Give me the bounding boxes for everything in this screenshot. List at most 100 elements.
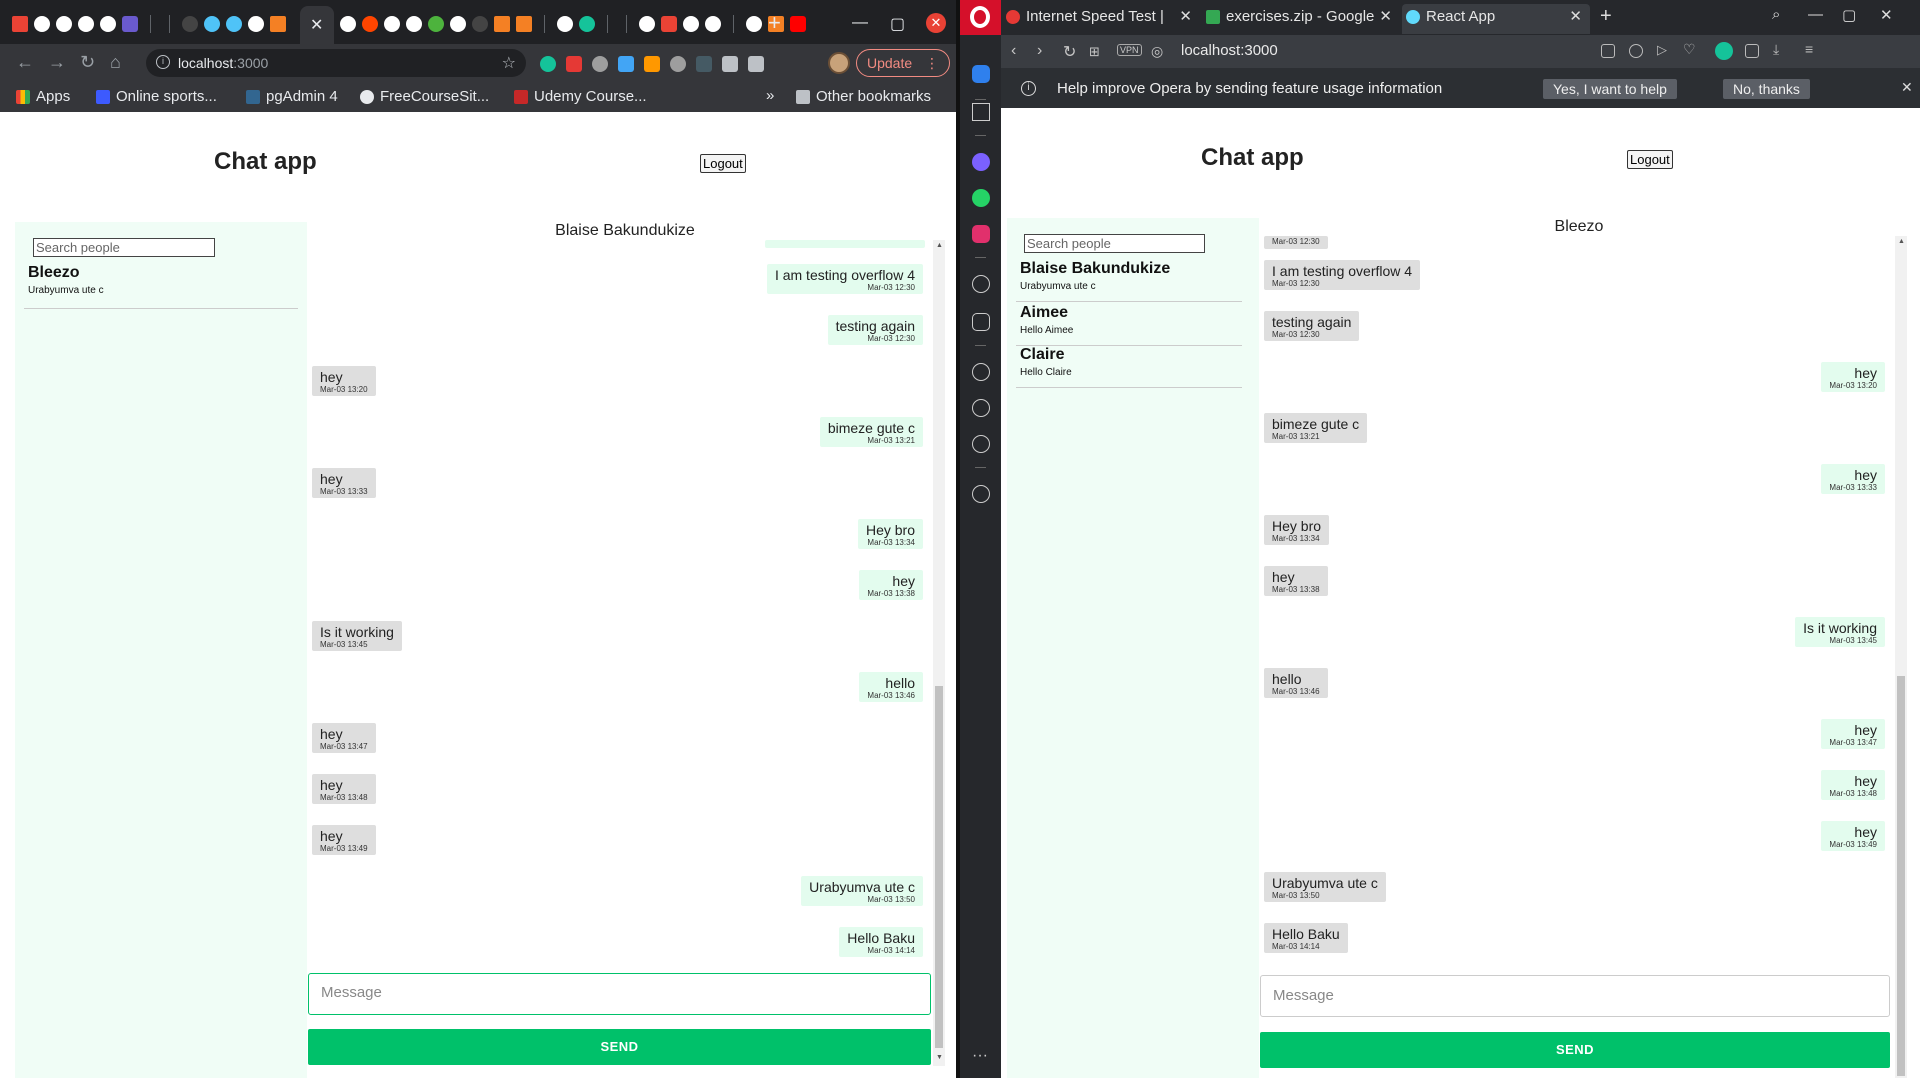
mysql-icon[interactable] <box>204 16 220 32</box>
messages-scrollbar[interactable]: ▲ ▼ <box>933 240 945 1066</box>
extension-icon[interactable] <box>566 56 582 72</box>
git-icon[interactable] <box>661 16 677 32</box>
stackoverflow-icon[interactable] <box>270 16 286 32</box>
search-tabs-icon[interactable]: ⌕ <box>1772 6 1780 23</box>
forward-icon[interactable]: › <box>1037 42 1042 60</box>
reload-icon[interactable]: ↻ <box>1063 42 1076 62</box>
close-tab-icon[interactable]: ✕ <box>1379 4 1392 30</box>
close-tab-icon[interactable]: ✕ <box>310 15 323 35</box>
close-tab-icon[interactable]: ✕ <box>1569 4 1582 30</box>
google-icon[interactable] <box>100 16 116 32</box>
contact-item[interactable]: Bleezo Urabyumva ute c <box>24 264 298 309</box>
player-icon[interactable] <box>972 275 990 293</box>
history-icon[interactable] <box>972 399 990 417</box>
maximize-icon[interactable]: ▢ <box>1842 6 1856 24</box>
no-thanks-button[interactable]: No, thanks <box>1723 79 1810 99</box>
block-icon[interactable] <box>1629 44 1643 58</box>
opera-logo[interactable] <box>960 0 1001 35</box>
google-icon[interactable] <box>340 16 356 32</box>
settings-icon[interactable] <box>972 435 990 453</box>
send-icon[interactable]: ▷ <box>1657 42 1671 57</box>
heart-icon[interactable]: ♡ <box>1683 41 1697 57</box>
bookmark-freecoursesite[interactable]: FreeCourseSit... <box>360 88 489 105</box>
github-icon[interactable] <box>182 16 198 32</box>
close-tab-icon[interactable]: ✕ <box>1179 4 1192 30</box>
grammarly-icon[interactable] <box>579 16 595 32</box>
scrollbar-thumb[interactable] <box>1897 676 1905 1076</box>
contact-item[interactable]: Aimee Hello Aimee <box>1016 304 1242 346</box>
update-button[interactable]: Update ⋮ <box>856 49 950 77</box>
download-icon[interactable]: ⤓ <box>1773 41 1787 57</box>
tips-icon[interactable] <box>972 485 990 503</box>
scroll-down-icon[interactable]: ▼ <box>936 1054 943 1061</box>
close-infobar-icon[interactable]: ✕ <box>1901 79 1913 96</box>
google-icon[interactable] <box>639 16 655 32</box>
profile-avatar[interactable] <box>828 52 850 74</box>
google-icon[interactable] <box>450 16 466 32</box>
google-icon[interactable] <box>557 16 573 32</box>
scrollbar-thumb[interactable] <box>935 686 943 1048</box>
google-icon[interactable] <box>705 16 721 32</box>
reddit-icon[interactable] <box>362 16 378 32</box>
bookmarks-overflow-icon[interactable]: » <box>766 87 774 104</box>
star-icon[interactable] <box>972 103 990 121</box>
close-window-icon[interactable]: ✕ <box>1880 6 1893 24</box>
off-extension-icon[interactable] <box>644 56 660 72</box>
bookmark-online-sports[interactable]: Online sports... <box>96 88 217 105</box>
logout-button[interactable]: Logout <box>700 154 746 173</box>
tab-speed-test[interactable]: Internet Speed Test | ✕ <box>1002 4 1200 34</box>
search-input[interactable]: Search people <box>33 238 215 257</box>
contact-item[interactable]: Claire Hello Claire <box>1016 346 1242 388</box>
github-icon[interactable] <box>472 16 488 32</box>
message-input[interactable]: Message <box>308 973 931 1015</box>
reload-icon[interactable]: ↻ <box>80 53 95 71</box>
home-icon[interactable]: ⌂ <box>110 53 121 71</box>
send-button[interactable]: SEND <box>1260 1032 1890 1068</box>
google-icon[interactable] <box>78 16 94 32</box>
forward-icon[interactable]: → <box>48 53 66 71</box>
puzzle-icon[interactable] <box>722 56 738 72</box>
chrome-active-tab[interactable]: ✕ <box>300 6 334 44</box>
google-icon[interactable] <box>34 16 50 32</box>
messenger-icon[interactable] <box>972 153 990 171</box>
other-bookmarks[interactable]: Other bookmarks <box>796 88 931 105</box>
gmail-icon[interactable] <box>12 16 28 32</box>
address-bar[interactable]: i localhost:3000 ☆ <box>146 49 526 77</box>
new-tab-icon[interactable]: + <box>1600 5 1612 28</box>
cube-icon[interactable] <box>1745 44 1759 58</box>
layers-icon[interactable] <box>122 16 138 32</box>
search-input[interactable]: Search people <box>1024 234 1205 253</box>
minimize-icon[interactable]: — <box>1808 6 1823 23</box>
contact-item[interactable]: Blaise Bakundukize Urabyumva ute c <box>1016 260 1242 302</box>
stackoverflow-icon[interactable] <box>494 16 510 32</box>
bookmark-apps[interactable]: Apps <box>16 88 70 105</box>
google-icon[interactable] <box>56 16 72 32</box>
send-button[interactable]: SEND <box>308 1029 931 1065</box>
extension-icon[interactable] <box>670 56 686 72</box>
send-flow-icon[interactable] <box>972 313 990 331</box>
tab-react-app[interactable]: React App ✕ <box>1402 4 1590 34</box>
google-icon[interactable] <box>406 16 422 32</box>
message-input[interactable]: Message <box>1260 975 1890 1017</box>
scroll-up-icon[interactable]: ▲ <box>1898 238 1905 245</box>
easy-setup-icon[interactable]: ≡ <box>1805 41 1819 57</box>
site-info-icon[interactable]: i <box>156 55 170 69</box>
messages-scrollbar[interactable]: ▲ <box>1895 236 1907 1078</box>
more-icon[interactable]: ··· <box>972 1047 988 1065</box>
vpn-badge[interactable]: VPN <box>1117 44 1142 56</box>
home-icon[interactable] <box>972 65 990 83</box>
bookmark-pgadmin[interactable]: pgAdmin 4 <box>246 88 338 105</box>
tab-google-drive[interactable]: exercises.zip - Google ✕ <box>1202 4 1400 34</box>
yes-help-button[interactable]: Yes, I want to help <box>1543 79 1677 99</box>
google-icon[interactable] <box>683 16 699 32</box>
grammarly-extension-icon[interactable] <box>540 56 556 72</box>
back-icon[interactable]: ‹ <box>1011 42 1016 60</box>
logout-button[interactable]: Logout <box>1627 150 1673 169</box>
address-url[interactable]: localhost:3000 <box>1181 42 1278 59</box>
google-icon[interactable] <box>746 16 762 32</box>
new-tab-icon[interactable]: + <box>768 12 781 34</box>
google-icon[interactable] <box>248 16 264 32</box>
minimize-icon[interactable]: — <box>852 14 868 32</box>
grammarly-extension-icon[interactable] <box>1715 42 1733 60</box>
google-icon[interactable] <box>384 16 400 32</box>
